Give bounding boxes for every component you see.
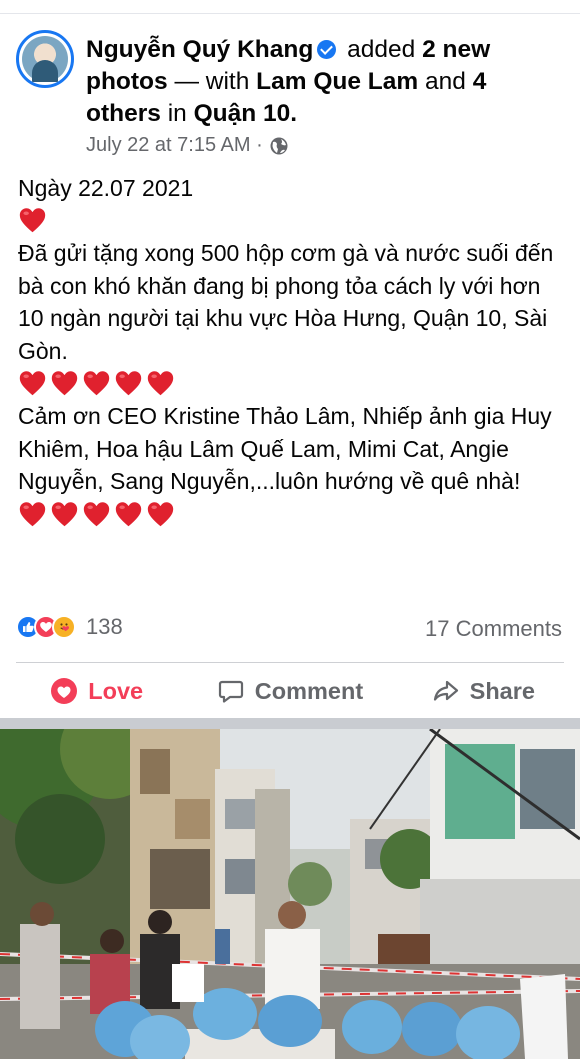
post-photo[interactable] (0, 729, 580, 1059)
love-icon (51, 678, 78, 704)
actions-divider (16, 662, 564, 663)
location-link[interactable]: Quận 10. (194, 100, 297, 127)
heart-emoji-icon (147, 371, 174, 396)
date-line: Ngày 22.07 2021 (18, 175, 194, 201)
avatar[interactable] (16, 30, 74, 88)
with-text: — with (174, 68, 250, 95)
reaction-count: 138 (86, 614, 123, 639)
post-header-text: Nguyễn Quý Khang added 2 new photos — wi… (86, 34, 564, 130)
post-body: Ngày 22.07 2021 Đã gửi tặng xong 500 hộp… (18, 172, 566, 531)
love-label: Love (88, 677, 144, 704)
post-actions-bar: Love Comment Share (0, 664, 580, 718)
comment-label: Comment (254, 677, 364, 704)
comment-icon (218, 680, 243, 703)
comment-button[interactable]: Comment (193, 664, 386, 718)
globe-icon (270, 137, 288, 154)
heart-emoji-icon (115, 371, 142, 396)
heart-emoji-icon (19, 208, 46, 233)
action-text: added (347, 36, 416, 63)
feed-separator (0, 718, 580, 729)
author-name[interactable]: Nguyễn Quý Khang (86, 36, 313, 63)
top-divider (0, 0, 580, 14)
street-scene-photo (0, 729, 580, 1059)
heart-emoji-icon (83, 502, 110, 527)
reaction-icons (16, 614, 86, 640)
heart-emoji-icon (83, 371, 110, 396)
share-button[interactable]: Share (387, 664, 580, 718)
and-text: and (425, 68, 466, 95)
timestamp[interactable]: July 22 at 7:15 AM · (86, 134, 263, 157)
heart-emoji-row (18, 368, 566, 401)
tagged-person[interactable]: Lam Que Lam (256, 68, 418, 95)
heart-emoji-icon (51, 371, 78, 396)
heart-emoji-icon (19, 371, 46, 396)
share-label: Share (469, 677, 535, 704)
heart-emoji-icon (51, 502, 78, 527)
share-icon (433, 680, 458, 701)
heart-emoji-icon (19, 502, 46, 527)
love-button[interactable]: Love (0, 664, 193, 718)
post-paragraph-2: Cảm ơn CEO Kristine Thảo Lâm, Nhiếp ảnh … (18, 403, 552, 495)
heart-emoji-row (18, 498, 566, 531)
heart-emoji-icon (115, 502, 142, 527)
heart-emoji-row (18, 205, 566, 238)
heart-emoji-icon (147, 502, 174, 527)
timestamp-row: July 22 at 7:15 AM · (86, 134, 289, 157)
care-reaction-icon (52, 615, 76, 639)
reactions-summary[interactable]: 138 (16, 614, 123, 640)
in-text: in (167, 100, 187, 127)
verified-badge-icon (317, 40, 337, 59)
comments-count[interactable]: 17 Comments (425, 616, 562, 642)
post-paragraph-1: Đã gửi tặng xong 500 hộp cơm gà và nước … (18, 240, 554, 364)
post-header: Nguyễn Quý Khang added 2 new photos — wi… (16, 30, 564, 164)
